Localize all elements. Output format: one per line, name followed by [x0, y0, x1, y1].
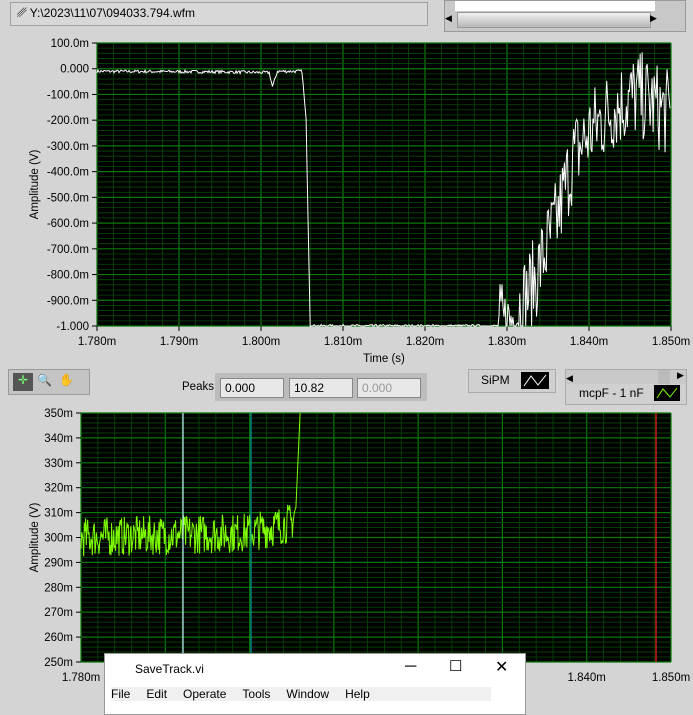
y-tick-label: -300.0m — [47, 141, 89, 153]
graph-palette: ✛ 🔍 ✋ — [8, 369, 90, 395]
peak-field-2[interactable]: 10.82 — [289, 378, 353, 398]
legend-scrollbar[interactable]: ◀ ▶ — [566, 370, 686, 384]
y-tick-label: 300m — [44, 533, 73, 545]
menu-window[interactable]: Window — [286, 687, 329, 701]
folder-icon: ␥ — [17, 6, 30, 20]
menu-operate[interactable]: Operate — [183, 687, 226, 701]
y-tick-label: 0.000 — [60, 64, 89, 76]
x-tick-label: 1.810m — [324, 336, 362, 348]
y-tick-label: -500.0m — [47, 192, 89, 204]
pan-tool-icon[interactable]: ✋ — [59, 373, 74, 387]
close-button[interactable]: ✕ — [495, 657, 508, 677]
menu-edit[interactable]: Edit — [146, 687, 167, 701]
y-tick-label: 280m — [44, 582, 73, 594]
window-title: SaveTrack.vi — [135, 662, 204, 676]
x-tick-label: 1.840m — [568, 672, 606, 684]
y-tick-label: -100.0m — [47, 89, 89, 101]
y-tick-label: 320m — [44, 483, 73, 495]
x-tick-label: 1.790m — [160, 336, 198, 348]
cursor-tool-icon[interactable]: ✛ — [13, 373, 33, 391]
maximize-button[interactable]: ☐ — [449, 657, 462, 675]
x-tick-label: 1.850m — [652, 336, 690, 348]
menu-file[interactable]: File — [111, 687, 130, 701]
savetrack-window: SaveTrack.vi ─ ☐ ✕ File Edit Operate Tools W… — [104, 653, 526, 715]
y-tick-label: 270m — [44, 607, 73, 619]
legend-mcp[interactable]: ◀ ▶ mcpF - 1 nF — [565, 369, 687, 405]
x-tick-label: 1.820m — [406, 336, 444, 348]
y-axis-label: Amplitude (V) — [29, 503, 41, 573]
scroll-thumb[interactable] — [457, 12, 651, 28]
y-tick-label: -1.000 — [56, 321, 89, 333]
menu-tools[interactable]: Tools — [242, 687, 270, 701]
y-tick-label: 330m — [44, 458, 73, 470]
menu-bar: File Edit Operate Tools Window Help — [111, 687, 491, 701]
y-tick-label: -900.0m — [47, 295, 89, 307]
minimize-button[interactable]: ─ — [405, 658, 416, 676]
x-tick-label: 1.850m — [652, 672, 690, 684]
scroll-right-icon[interactable]: ▶ — [650, 13, 657, 24]
peaks-label: Peaks — [182, 381, 214, 393]
y-tick-label: 260m — [44, 632, 73, 644]
y-tick-label: 250m — [44, 657, 73, 669]
peak-field-1[interactable]: 0.000 — [220, 378, 284, 398]
y-tick-label: -800.0m — [47, 270, 89, 282]
y-tick-label: 350m — [44, 408, 73, 420]
x-axis-label: Time (s) — [363, 353, 405, 365]
x-tick-label: 1.840m — [570, 336, 608, 348]
scroll-left-icon[interactable]: ◀ — [445, 13, 452, 24]
trace-style-icon — [521, 372, 549, 389]
zoom-tool-icon[interactable]: 🔍 — [37, 373, 52, 387]
x-tick-label: 1.780m — [62, 672, 100, 684]
y-tick-label: 100.0m — [51, 38, 89, 50]
x-tick-label: 1.830m — [488, 336, 526, 348]
y-tick-label: -400.0m — [47, 167, 89, 179]
y-tick-label: -700.0m — [47, 244, 89, 256]
y-tick-label: -600.0m — [47, 218, 89, 230]
menu-help[interactable]: Help — [345, 687, 370, 701]
file-path-field[interactable]: ␥ Y:\2023\11\07\094033.794.wfm — [10, 2, 428, 26]
horizontal-scrollbar[interactable]: ◀ ▶ — [444, 0, 686, 32]
y-tick-label: -200.0m — [47, 115, 89, 127]
y-tick-label: 340m — [44, 433, 73, 445]
trace-style-icon — [654, 385, 680, 401]
plot-area — [97, 43, 671, 326]
y-tick-label: 310m — [44, 508, 73, 520]
y-axis-label: Amplitude (V) — [29, 150, 41, 220]
peak-field-3: 0.000 — [357, 378, 421, 398]
legend-sipm[interactable]: SiPM — [468, 369, 556, 393]
x-tick-label: 1.800m — [242, 336, 280, 348]
y-tick-label: 290m — [44, 557, 73, 569]
x-tick-label: 1.780m — [78, 336, 116, 348]
amplitude-graph-1[interactable]: 100.0m 0.000 -100.0m -200.0m -300.0m -400.0m -… — [0, 32, 693, 367]
